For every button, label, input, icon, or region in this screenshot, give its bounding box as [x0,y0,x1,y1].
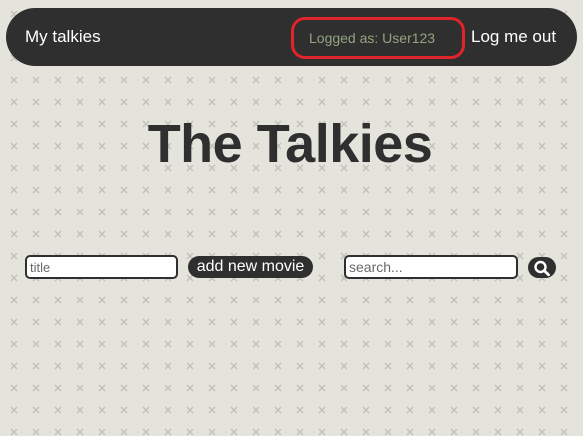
search-button[interactable] [528,257,556,278]
log-out-link[interactable]: Log me out [471,27,556,47]
search-icon [534,260,550,277]
top-navbar: My talkies Logged as: User123 Log me out [6,8,577,66]
add-movie-button[interactable]: add new movie [188,256,313,278]
movie-title-input[interactable] [25,255,178,279]
my-talkies-link[interactable]: My talkies [25,27,101,47]
logged-user-label: Logged as: User123 [309,30,436,46]
page-title: The Talkies [147,114,433,174]
search-input[interactable] [344,255,518,279]
